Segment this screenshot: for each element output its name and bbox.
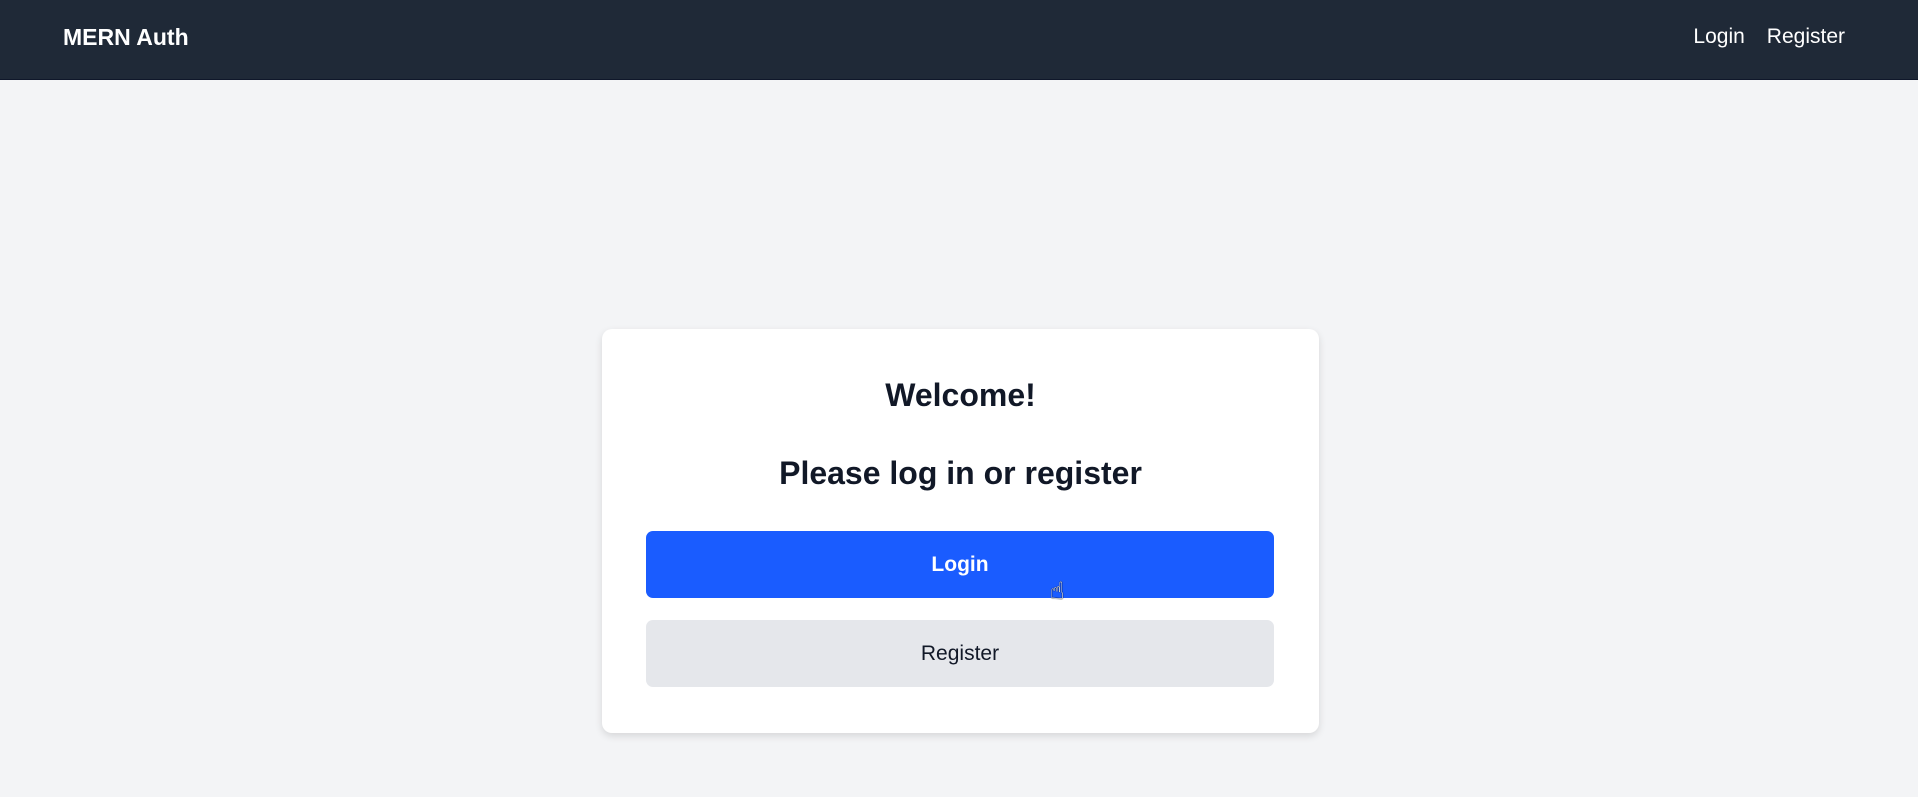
welcome-title: Welcome! — [885, 377, 1036, 413]
brand-logo[interactable]: MERN Auth — [63, 24, 189, 51]
nav-login-link[interactable]: Login — [1693, 25, 1744, 49]
welcome-subtitle: Please log in or register — [779, 455, 1142, 491]
login-button[interactable]: Login — [646, 531, 1274, 598]
hand-cursor-icon: ☝ — [1050, 578, 1065, 605]
welcome-card: Welcome! Please log in or register Login… — [602, 329, 1319, 733]
navbar: MERN Auth Login Register — [0, 0, 1918, 80]
nav-links: Login Register — [1693, 25, 1845, 49]
nav-register-link[interactable]: Register — [1767, 25, 1845, 49]
register-button[interactable]: Register — [646, 620, 1274, 687]
